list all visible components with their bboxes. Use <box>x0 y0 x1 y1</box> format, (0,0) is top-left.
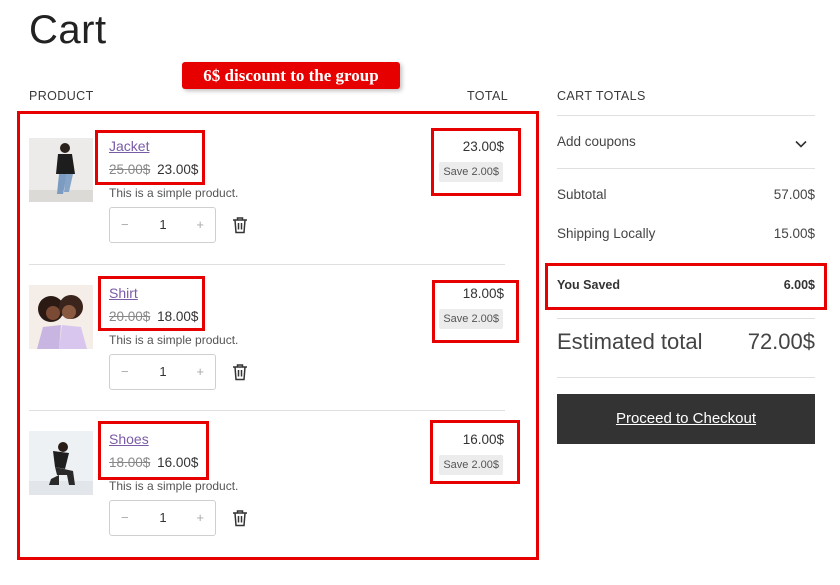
jacket-line-total: 23.00$ <box>462 139 504 154</box>
shirt-old-price: 20.00$ <box>109 309 151 324</box>
discount-callout: 6$ discount to the group <box>182 62 400 89</box>
estimated-total-label: Estimated total <box>557 329 703 354</box>
shoes-name-link[interactable]: Shoes <box>109 431 149 447</box>
page-title: Cart <box>29 8 107 52</box>
shoes-line-total: 16.00$ <box>462 432 504 447</box>
you-saved-value: 6.00$ <box>783 278 815 292</box>
subtotal-row: Subtotal 57.00$ <box>557 187 815 202</box>
cart-item-shirt: Shirt 20.00$ 18.00$ This is a simple pro… <box>29 285 505 413</box>
cart-totals-header: CART TOTALS <box>557 89 646 103</box>
jacket-increase-button[interactable]: + <box>196 208 204 242</box>
estimated-total-row: Estimated total 72.00$ <box>557 329 815 355</box>
totals-divider <box>557 318 815 319</box>
shipping-row: Shipping Locally 15.00$ <box>557 226 815 241</box>
subtotal-label: Subtotal <box>557 187 607 202</box>
trash-icon[interactable] <box>232 509 248 527</box>
subtotal-value: 57.00$ <box>773 187 815 202</box>
you-saved-row: You Saved 6.00$ <box>557 278 815 292</box>
cart-item-shoes: Shoes 18.00$ 16.00$ This is a simple pro… <box>29 431 505 559</box>
shoes-quantity-value[interactable]: 1 <box>157 501 169 535</box>
estimated-total-value: 72.00$ <box>747 329 815 354</box>
jacket-name-link[interactable]: Jacket <box>109 138 149 154</box>
totals-divider <box>557 168 815 169</box>
shoes-old-price: 18.00$ <box>109 455 151 470</box>
shoes-new-price: 16.00$ <box>157 455 199 470</box>
add-coupons-toggle[interactable]: Add coupons <box>557 134 815 149</box>
chevron-down-icon[interactable] <box>795 136 807 151</box>
shirt-line-total: 18.00$ <box>462 286 504 301</box>
proceed-to-checkout-button[interactable]: Proceed to Checkout <box>557 394 815 444</box>
shirt-price: 20.00$ 18.00$ <box>109 309 198 324</box>
shoes-quantity-stepper: − 1 + <box>109 500 216 536</box>
shoes-description: This is a simple product. <box>109 479 239 493</box>
shirt-description: This is a simple product. <box>109 333 239 347</box>
total-column-header: TOTAL <box>467 89 509 103</box>
shipping-value: 15.00$ <box>773 226 815 241</box>
jacket-quantity-stepper: − 1 + <box>109 207 216 243</box>
shirt-quantity-stepper: − 1 + <box>109 354 216 390</box>
jacket-new-price: 23.00$ <box>157 162 199 177</box>
shirt-quantity-value[interactable]: 1 <box>157 355 169 389</box>
trash-icon[interactable] <box>232 363 248 381</box>
you-saved-label: You Saved <box>557 278 620 292</box>
shipping-label: Shipping Locally <box>557 226 656 241</box>
shoes-save-badge: Save 2.00$ <box>439 455 503 475</box>
shoes-decrease-button[interactable]: − <box>121 501 129 535</box>
shirt-decrease-button[interactable]: − <box>121 355 129 389</box>
shoes-increase-button[interactable]: + <box>196 501 204 535</box>
jacket-decrease-button[interactable]: − <box>121 208 129 242</box>
shirt-save-badge: Save 2.00$ <box>439 309 503 329</box>
shirt-product-image <box>29 285 93 349</box>
jacket-description: This is a simple product. <box>109 186 239 200</box>
product-column-header: PRODUCT <box>29 89 94 103</box>
item-divider <box>29 410 505 411</box>
jacket-old-price: 25.00$ <box>109 162 151 177</box>
add-coupons-label: Add coupons <box>557 134 636 149</box>
item-divider <box>29 264 505 265</box>
jacket-product-image <box>29 138 93 202</box>
trash-icon[interactable] <box>232 216 248 234</box>
shirt-increase-button[interactable]: + <box>196 355 204 389</box>
totals-divider <box>557 115 815 116</box>
shirt-name-link[interactable]: Shirt <box>109 285 138 301</box>
jacket-quantity-value[interactable]: 1 <box>157 208 169 242</box>
shoes-product-image <box>29 431 93 495</box>
cart-item-jacket: Jacket 25.00$ 23.00$ This is a simple pr… <box>29 138 505 266</box>
totals-divider <box>557 377 815 378</box>
jacket-price: 25.00$ 23.00$ <box>109 162 198 177</box>
shoes-price: 18.00$ 16.00$ <box>109 455 198 470</box>
jacket-save-badge: Save 2.00$ <box>439 162 503 182</box>
shirt-new-price: 18.00$ <box>157 309 199 324</box>
